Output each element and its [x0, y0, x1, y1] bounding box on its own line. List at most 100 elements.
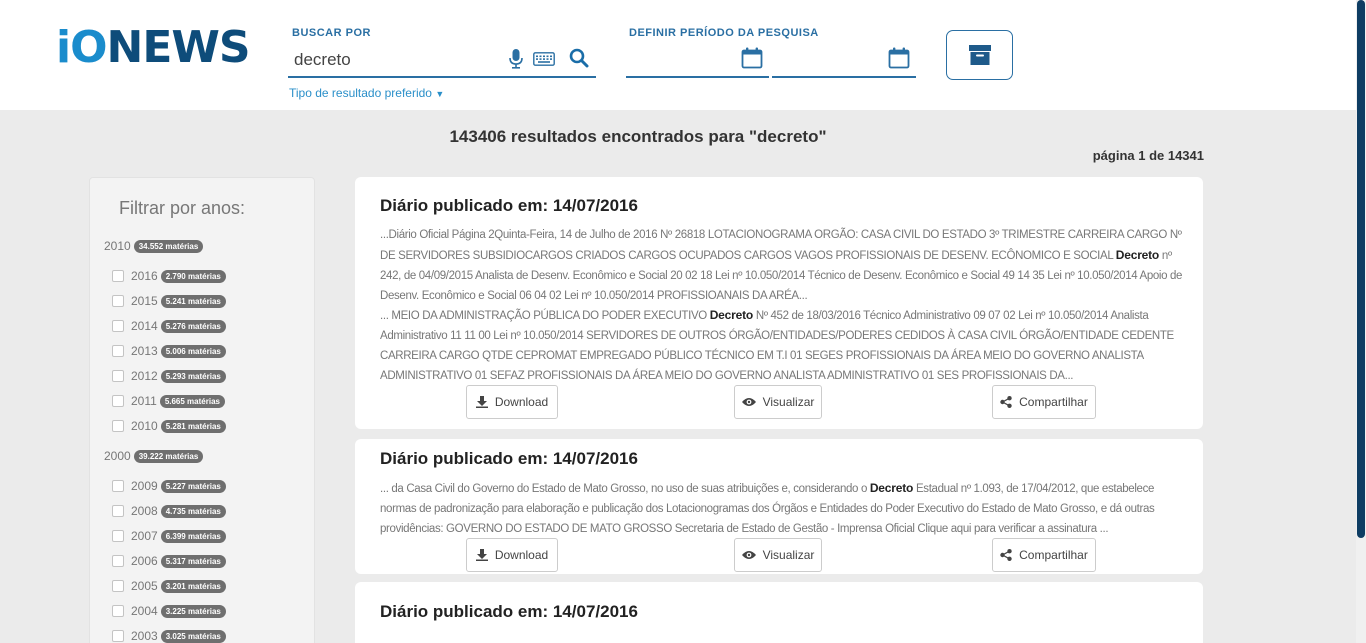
count-badge: 3.025 matérias	[160, 629, 226, 643]
start-date-field[interactable]	[626, 44, 769, 78]
year-filter-2014[interactable]: 2014 5.276 matérias	[112, 319, 226, 333]
count-badge: 2.790 matérias	[160, 269, 226, 283]
year-checkbox[interactable]	[112, 630, 124, 642]
download-icon	[475, 549, 488, 561]
view-button[interactable]: Visualizar	[734, 538, 822, 572]
year-filter-2003[interactable]: 2003 3.025 matérias	[112, 629, 226, 643]
year-filter-2011[interactable]: 2011 5.665 matérias	[112, 394, 225, 408]
count-badge: 5.293 matérias	[160, 369, 226, 383]
year-filter-2004[interactable]: 2004 3.225 matérias	[112, 604, 226, 618]
decade-label: 2000	[104, 449, 131, 463]
share-button[interactable]: Compartilhar	[992, 538, 1096, 572]
year-label: 2011	[131, 394, 157, 408]
download-button[interactable]: Download	[466, 385, 558, 419]
year-label: 2014	[131, 319, 158, 333]
download-label: Download	[494, 395, 549, 409]
count-badge: 5.317 matérias	[160, 554, 226, 568]
share-button[interactable]: Compartilhar	[992, 385, 1096, 419]
snippet-text: ... da Casa Civil do Governo do Estado d…	[380, 483, 870, 495]
year-label: 2012	[131, 369, 158, 383]
year-checkbox[interactable]	[112, 295, 124, 307]
view-button[interactable]: Visualizar	[734, 385, 822, 419]
year-filter-2012[interactable]: 2012 5.293 matérias	[112, 369, 226, 383]
count-badge: 5.276 matérias	[160, 319, 226, 333]
period-label: DEFINIR PERÍODO DA PESQUISA	[629, 27, 819, 39]
year-filter-sidebar: Filtrar por anos: 2010 34.552 matérias 2…	[89, 177, 315, 643]
year-checkbox[interactable]	[112, 395, 124, 407]
year-filter-2006[interactable]: 2006 5.317 matérias	[112, 554, 226, 568]
year-label: 2013	[131, 344, 158, 358]
year-filter-2010[interactable]: 2010 5.281 matérias	[112, 419, 226, 433]
search-icon[interactable]	[569, 48, 589, 68]
download-icon	[475, 396, 488, 408]
results-count: 143406 resultados encontrados para "decr…	[449, 127, 827, 146]
caret-down-icon: ▼	[435, 89, 445, 99]
logo-prefix: iO	[56, 22, 107, 73]
decade-2000[interactable]: 2000 39.222 matérias	[104, 449, 204, 463]
count-badge: 34.552 matérias	[133, 239, 204, 253]
page-info: página 1 de 14341	[1092, 148, 1204, 163]
result-snippet: ... da Casa Civil do Governo do Estado d…	[380, 478, 1185, 539]
logo-suffix: NEWS	[106, 22, 251, 73]
mic-icon[interactable]	[509, 49, 523, 69]
card-title: Diário publicado em: 14/07/2016	[380, 196, 638, 215]
archive-button[interactable]	[946, 30, 1013, 80]
year-filter-2016[interactable]: 2016 2.790 matérias	[112, 269, 226, 283]
year-filter-2008[interactable]: 2008 4.735 matérias	[112, 504, 226, 518]
search-field	[288, 44, 596, 78]
count-badge: 4.735 matérias	[160, 504, 226, 518]
year-filter-2005[interactable]: 2005 3.201 matérias	[112, 579, 226, 593]
count-badge: 5.281 matérias	[160, 419, 226, 433]
snippet-text: ...Diário Oficial Página 2Quinta-Feira, …	[380, 229, 1182, 262]
year-label: 2015	[131, 294, 158, 308]
keyboard-icon[interactable]	[533, 52, 555, 66]
calendar-icon[interactable]	[888, 47, 910, 69]
sidebar-title: Filtrar por anos:	[119, 198, 246, 218]
snippet-text: ... MEIO DA ADMINISTRAÇÃO PÚBLICA DO POD…	[380, 310, 710, 322]
decade-label: 2010	[104, 239, 131, 253]
download-button[interactable]: Download	[466, 538, 558, 572]
result-type-dropdown[interactable]: Tipo de resultado preferido ▼	[289, 86, 444, 100]
share-label: Compartilhar	[1019, 395, 1088, 409]
year-checkbox[interactable]	[112, 580, 124, 592]
view-label: Visualizar	[762, 395, 815, 409]
year-checkbox[interactable]	[112, 270, 124, 282]
year-filter-2009[interactable]: 2009 5.227 matérias	[112, 479, 226, 493]
year-checkbox[interactable]	[112, 370, 124, 382]
scrollbar-track[interactable]	[1356, 0, 1366, 643]
year-checkbox[interactable]	[112, 320, 124, 332]
year-filter-2015[interactable]: 2015 5.241 matérias	[112, 294, 226, 308]
year-label: 2008	[131, 504, 158, 518]
scrollbar-thumb[interactable]	[1357, 0, 1365, 538]
count-badge: 6.399 matérias	[160, 529, 226, 543]
year-checkbox[interactable]	[112, 555, 124, 567]
view-label: Visualizar	[762, 548, 815, 562]
year-checkbox[interactable]	[112, 605, 124, 617]
year-filter-2013[interactable]: 2013 5.006 matérias	[112, 344, 226, 358]
calendar-icon[interactable]	[741, 47, 763, 69]
count-badge: 3.201 matérias	[160, 579, 226, 593]
year-checkbox[interactable]	[112, 480, 124, 492]
eye-icon	[741, 551, 756, 559]
logo[interactable]: iONEWS	[56, 26, 251, 70]
result-card: Diário publicado em: 14/07/2016 ... da C…	[355, 439, 1203, 574]
count-badge: 5.665 matérias	[159, 394, 225, 408]
year-checkbox[interactable]	[112, 505, 124, 517]
result-type-label: Tipo de resultado preferido	[289, 86, 432, 100]
year-checkbox[interactable]	[112, 420, 124, 432]
eye-icon	[741, 398, 756, 406]
decade-2010[interactable]: 2010 34.552 matérias	[104, 239, 204, 253]
result-snippet: ... MEIO DA ADMINISTRAÇÃO PÚBLICA DO POD…	[380, 305, 1185, 386]
count-badge: 5.227 matérias	[160, 479, 226, 493]
end-date-field[interactable]	[772, 44, 916, 78]
result-card: Diário publicado em: 14/07/2016 ...Diári…	[355, 177, 1203, 429]
year-checkbox[interactable]	[112, 530, 124, 542]
year-filter-2007[interactable]: 2007 6.399 matérias	[112, 529, 226, 543]
year-checkbox[interactable]	[112, 345, 124, 357]
count-badge: 5.006 matérias	[160, 344, 226, 358]
download-label: Download	[494, 548, 549, 562]
share-label: Compartilhar	[1019, 548, 1088, 562]
year-label: 2005	[131, 579, 158, 593]
search-input[interactable]	[294, 48, 499, 72]
share-icon	[1000, 549, 1012, 561]
